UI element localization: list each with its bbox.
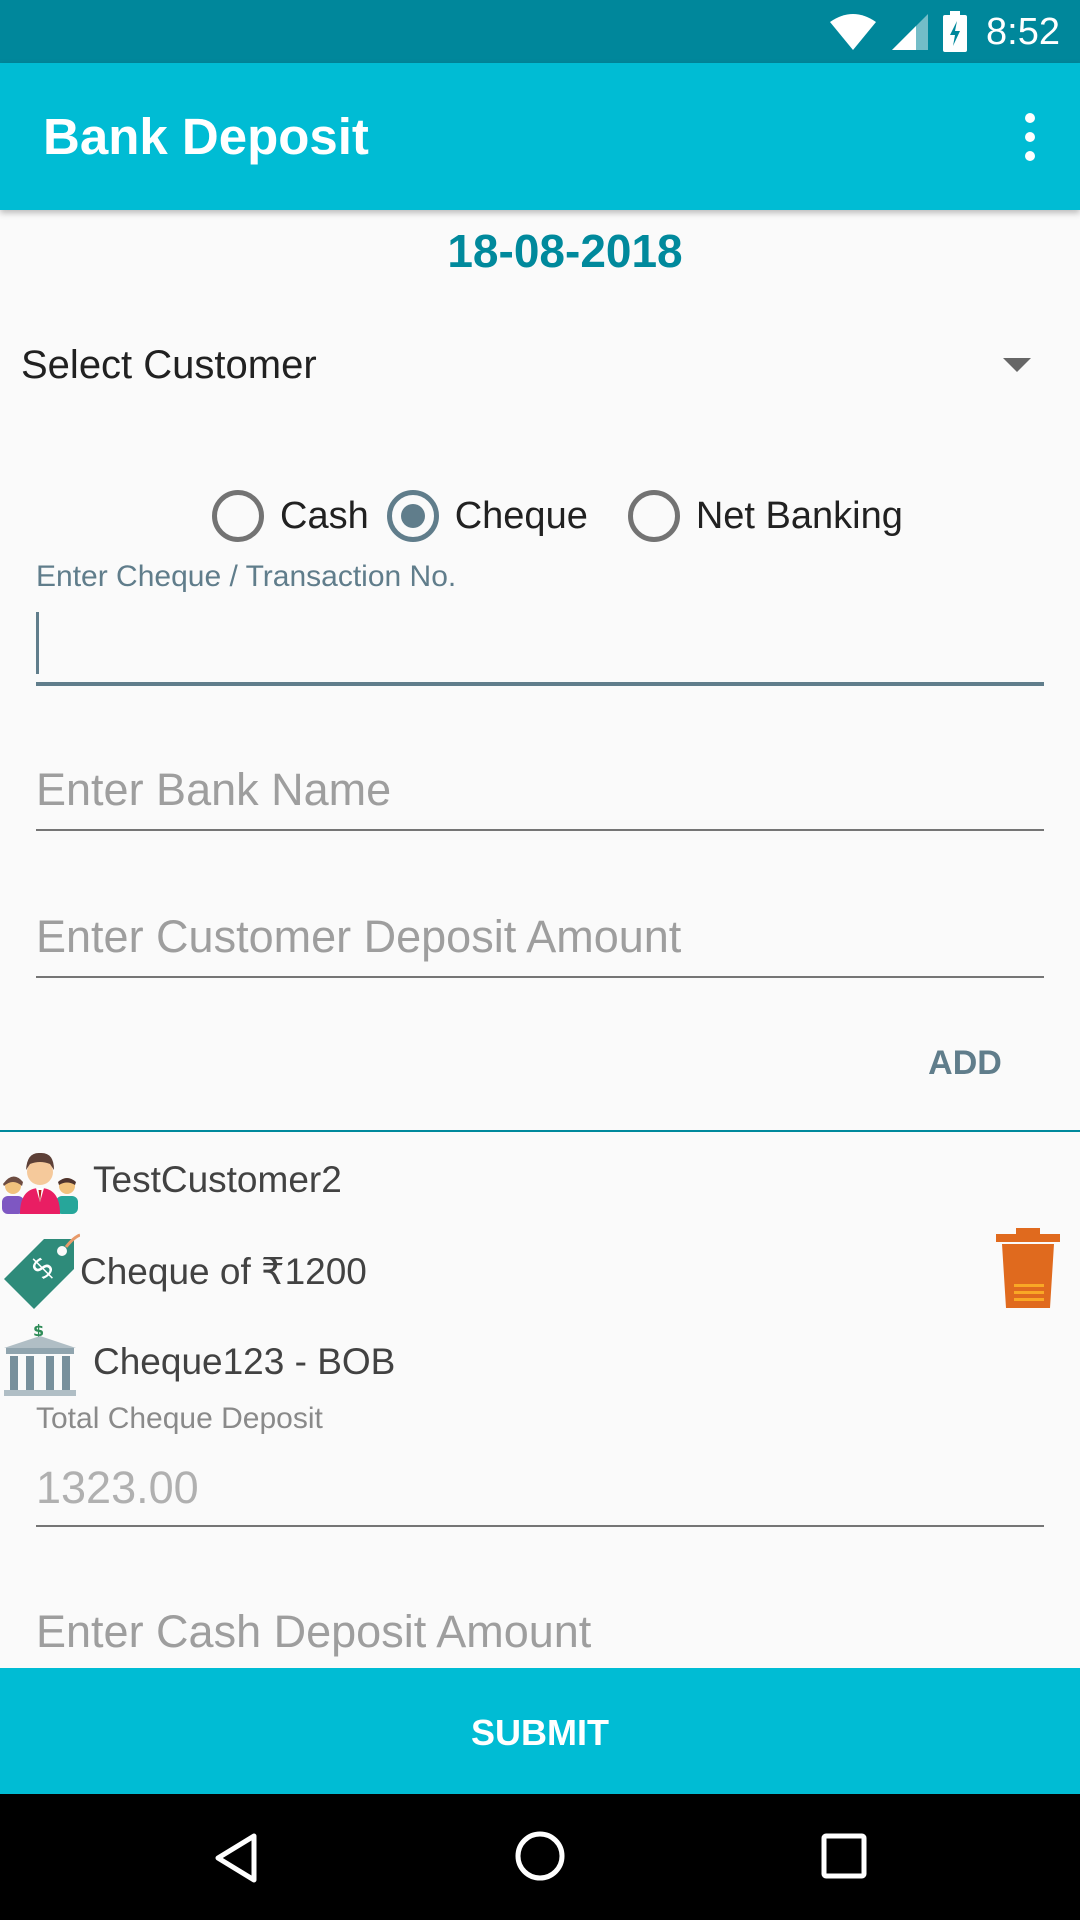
battery-charging-icon: [943, 11, 968, 52]
customer-select-value: Select Customer: [21, 343, 317, 387]
status-bar: 8:52: [0, 0, 1080, 63]
customer-select[interactable]: Select Customer: [0, 325, 1080, 405]
more-vert-icon[interactable]: [1000, 99, 1060, 175]
radio-cash[interactable]: Cash: [212, 490, 369, 542]
text-cursor: [36, 612, 39, 674]
transaction-no-field[interactable]: [36, 610, 1044, 688]
status-icons: 8:52: [828, 8, 1060, 56]
radio-cheque[interactable]: Cheque: [386, 490, 588, 542]
dropdown-arrow-icon[interactable]: [1003, 358, 1031, 372]
status-time: 8:52: [986, 10, 1060, 53]
radio-cash-label: Cash: [280, 494, 369, 537]
bank-icon: $: [4, 1322, 76, 1396]
total-cheque-underline: [36, 1525, 1044, 1527]
wifi-icon: [830, 14, 877, 50]
payment-mode-group: Cash Cheque Net Banking: [212, 488, 903, 544]
radio-net-banking-circle[interactable]: [627, 490, 680, 542]
cash-deposit-input[interactable]: [36, 1600, 1044, 1664]
entry-payment-amount: Cheque of ₹1200: [80, 1250, 367, 1292]
radio-net-banking-label: Net Banking: [695, 494, 903, 537]
bank-name-input[interactable]: [36, 758, 1044, 822]
recents-icon[interactable]: [820, 1832, 868, 1880]
radio-cash-circle[interactable]: [212, 490, 264, 542]
back-icon[interactable]: [212, 1832, 260, 1884]
bank-name-underline: [36, 829, 1044, 831]
transaction-no-label: Enter Cheque / Transaction No.: [36, 560, 457, 593]
deposit-amount-field[interactable]: [36, 905, 1044, 979]
add-button[interactable]: ADD: [900, 1038, 1030, 1088]
entry-bank-details: Cheque123 - BOB: [93, 1341, 396, 1382]
total-cheque-value: 1323.00: [36, 1462, 199, 1513]
deposit-amount-input[interactable]: [36, 905, 1044, 969]
cash-deposit-field[interactable]: [36, 1600, 1044, 1668]
bank-name-field[interactable]: [36, 758, 1044, 832]
entry-bank-row: $ Cheque123 - BOB: [0, 1322, 395, 1402]
customers-icon: [2, 1152, 78, 1214]
page-title: Bank Deposit: [43, 108, 369, 165]
entry-customer-name: TestCustomer2: [93, 1159, 342, 1200]
navigation-bar: [0, 1794, 1080, 1920]
delete-icon[interactable]: [992, 1226, 1064, 1310]
radio-net-banking[interactable]: Net Banking: [627, 490, 903, 542]
entry-payment-row: $ Cheque of ₹1200: [0, 1231, 367, 1311]
radio-cheque-circle[interactable]: [386, 490, 439, 542]
app-bar: Bank Deposit: [0, 63, 1080, 210]
transaction-no-underline: [36, 682, 1044, 686]
cell-signal-icon: [892, 14, 929, 50]
deposit-amount-underline: [36, 976, 1044, 978]
submit-label: SUBMIT: [471, 1712, 609, 1753]
entry-customer-row: TestCustomer2: [0, 1140, 342, 1220]
price-tag-icon: $: [4, 1233, 80, 1309]
radio-cheque-label: Cheque: [454, 494, 588, 537]
total-cheque-label: Total Cheque Deposit: [36, 1402, 323, 1435]
deposit-date: 18-08-2018: [447, 225, 683, 277]
divider: [0, 1130, 1080, 1132]
home-icon[interactable]: [514, 1830, 566, 1882]
submit-button[interactable]: SUBMIT: [0, 1668, 1080, 1794]
